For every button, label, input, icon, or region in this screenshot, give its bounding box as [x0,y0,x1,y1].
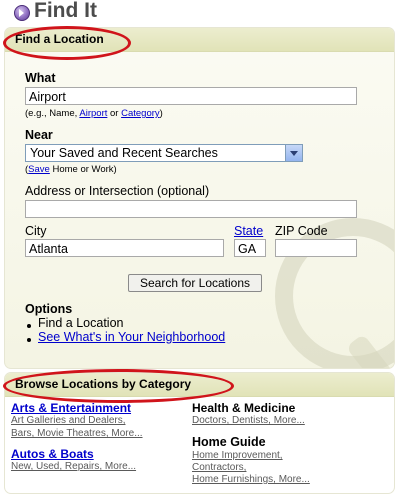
chevron-down-icon[interactable] [285,145,302,161]
what-hint-mid: or [107,108,122,119]
category-home-sub3[interactable]: Home Furnishings, More... [192,474,310,486]
category-home-guide-link[interactable]: Home Guide [192,435,266,449]
what-hint: (e.g., Name, Airport or Category) [25,108,163,119]
near-select-value: Your Saved and Recent Searches [30,146,218,160]
bullet [27,338,31,342]
category-home-sub1[interactable]: Home Improvement, [192,450,283,462]
category-home-sub2[interactable]: Contractors, [192,462,246,474]
what-hint-prefix: (e.g., Name, [25,108,80,119]
category-example-link[interactable]: Category [121,108,160,119]
state-input[interactable]: GA [234,239,266,257]
save-home-link[interactable]: Save [28,164,50,175]
airport-example-link[interactable]: Airport [79,108,107,119]
page-title: Find It [34,0,97,22]
zip-label: ZIP Code [275,224,328,238]
near-hint-suffix: Home or Work) [49,164,117,175]
address-label: Address or Intersection (optional) [25,184,210,198]
category-arts-sub1[interactable]: Art Galleries and Dealers, [11,415,126,427]
address-input[interactable] [25,200,357,218]
browse-categories-panel: Browse Locations by Category Arts & Ente… [4,372,395,494]
state-link[interactable]: State [234,224,263,238]
category-health-sub1[interactable]: Doctors, Dentists, More... [192,415,305,427]
near-select[interactable]: Your Saved and Recent Searches [25,144,303,162]
what-label: What [25,71,56,85]
zip-input[interactable] [275,239,357,257]
browse-categories-title: Browse Locations by Category [15,377,192,391]
page-header: Find It [0,0,400,22]
category-arts-entertainment-link[interactable]: Arts & Entertainment [11,401,131,415]
category-arts-sub2[interactable]: Bars, Movie Theatres, More... [11,428,143,440]
category-autos-boats-link[interactable]: Autos & Boats [11,447,94,461]
options-title: Options [25,302,73,316]
search-for-locations-button[interactable]: Search for Locations [128,274,262,292]
category-health-medicine-link[interactable]: Health & Medicine [192,401,295,415]
city-input[interactable]: Atlanta [25,239,224,257]
category-autos-sub1[interactable]: New, Used, Repairs, More... [11,461,136,473]
play-circle-icon [14,5,30,21]
find-location-panel: Find a Location What Airport (e.g., Name… [4,27,395,369]
near-label: Near [25,128,53,142]
find-location-title: Find a Location [15,32,104,46]
option-find-location: Find a Location [38,316,124,330]
find-location-header: Find a Location [5,28,394,52]
bullet [27,324,31,328]
what-input[interactable]: Airport [25,87,357,105]
city-label: City [25,224,47,238]
option-neighborhood-link[interactable]: See What's in Your Neighborhood [38,330,225,344]
browse-categories-header: Browse Locations by Category [5,373,394,397]
near-hint: (Save Home or Work) [25,164,117,175]
what-hint-suffix: ) [159,108,163,119]
